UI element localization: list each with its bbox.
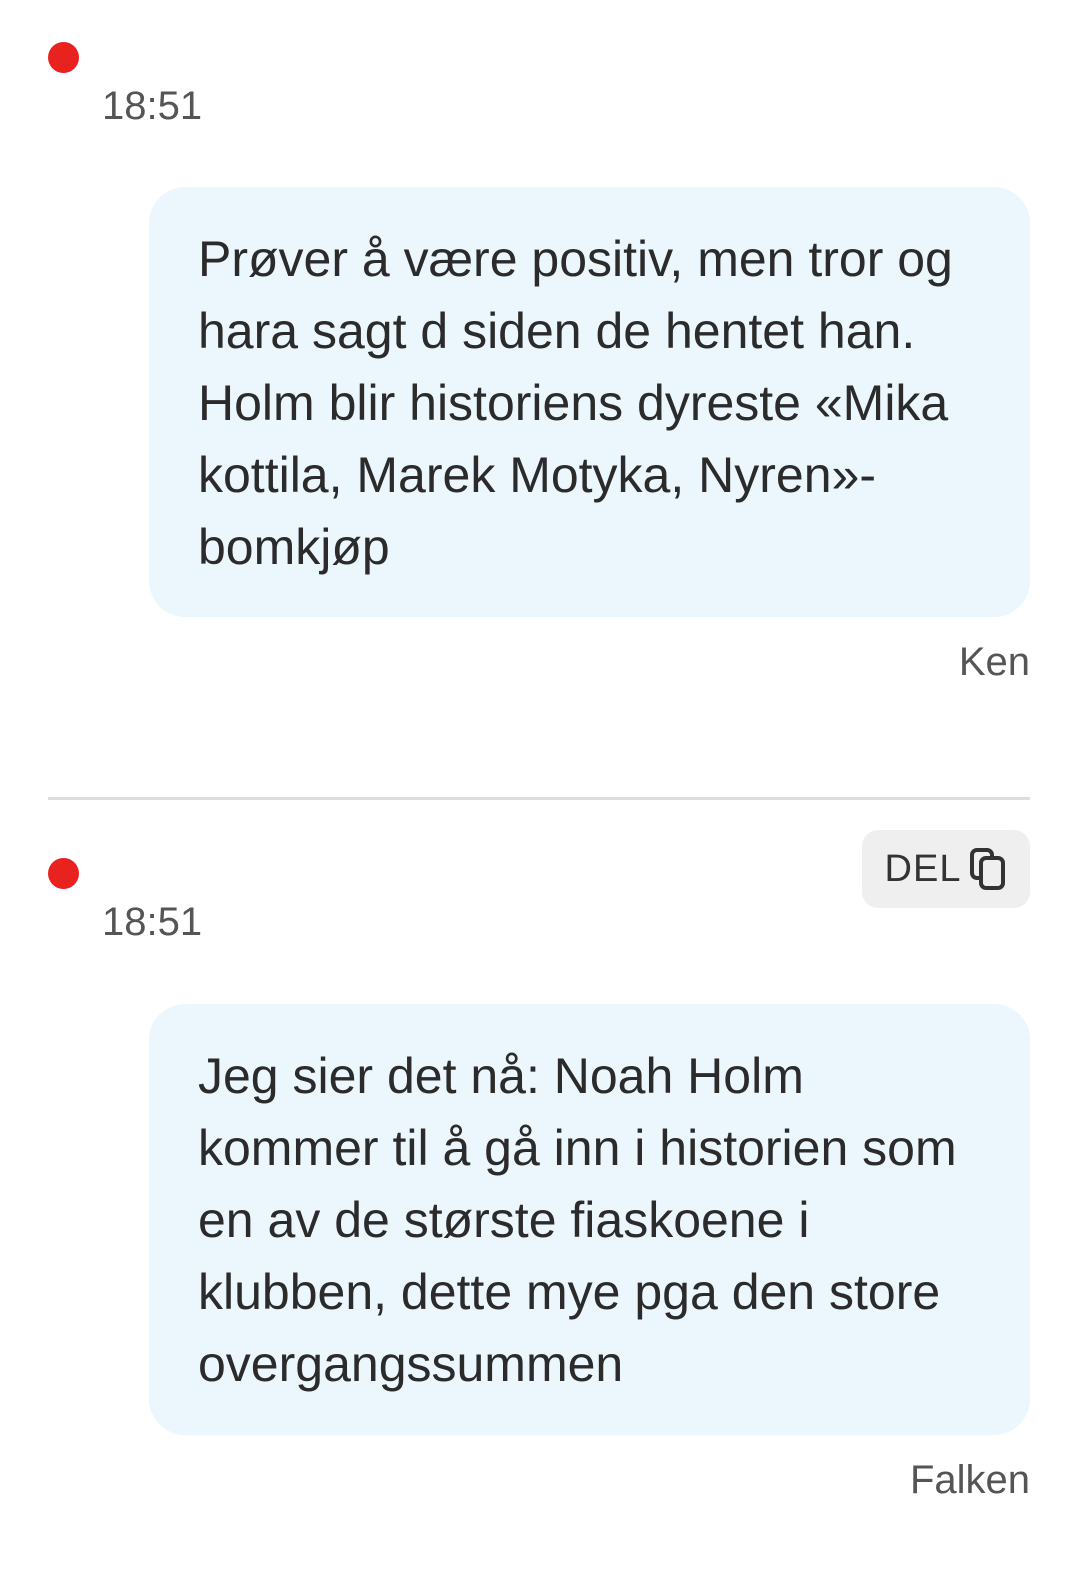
live-comment-feed: 18:51 Prøver å være positiv, men tror og…: [0, 0, 1080, 1571]
post-divider: [48, 797, 1030, 800]
comment-author: Ken: [958, 640, 1030, 684]
live-dot-icon: [48, 42, 79, 73]
live-dot-icon: [48, 858, 79, 889]
comment-bubble: Jeg sier det nå: Noah Holm kommer til å …: [149, 1004, 1030, 1435]
comment-bubble: Prøver å være positiv, men tror og hara …: [149, 187, 1030, 617]
copy-icon: [969, 847, 1007, 891]
comment-timestamp: 18:51: [102, 84, 203, 128]
share-button[interactable]: DEL: [862, 830, 1030, 908]
share-button-label: DEL: [884, 848, 962, 890]
comment-timestamp: 18:51: [102, 900, 203, 944]
comment-author: Falken: [909, 1458, 1030, 1502]
